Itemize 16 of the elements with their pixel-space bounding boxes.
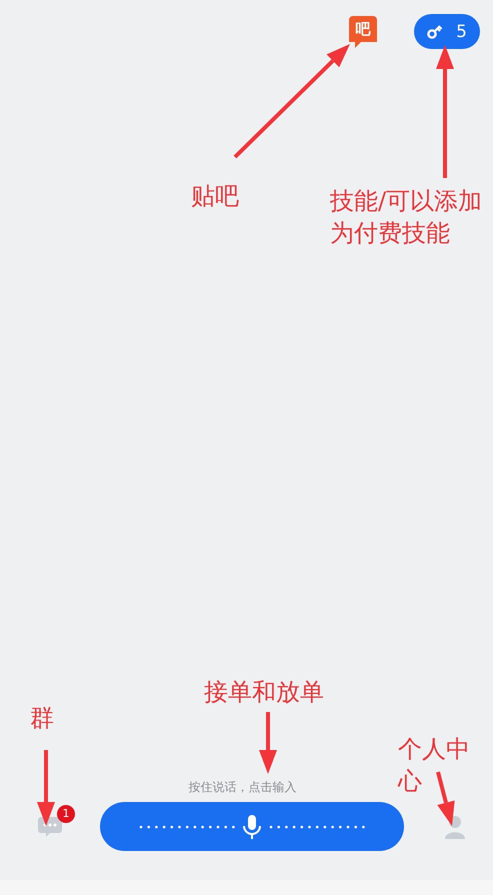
annotation-label: 个人中心 [398, 734, 471, 797]
dotted-line-icon [139, 824, 235, 828]
annotation-label: 群 [30, 703, 55, 734]
key-icon [427, 24, 444, 38]
annotation-arrow [436, 772, 455, 826]
annotation-label: 技能/可以添加为付费技能 [330, 186, 484, 249]
microphone-icon [243, 814, 261, 838]
voice-input-button[interactable] [100, 802, 404, 851]
hint-text: 按住说话，点击输入 [188, 779, 296, 796]
dotted-line-icon [269, 824, 365, 828]
tieba-icon[interactable]: 吧 [349, 16, 377, 47]
unread-badge: 1 [57, 804, 75, 822]
annotation-arrow [259, 712, 277, 774]
annotation-label: 贴吧 [191, 181, 240, 212]
annotation-label: 接单和放单 [204, 677, 325, 708]
skills-button[interactable]: 5 [414, 14, 480, 49]
